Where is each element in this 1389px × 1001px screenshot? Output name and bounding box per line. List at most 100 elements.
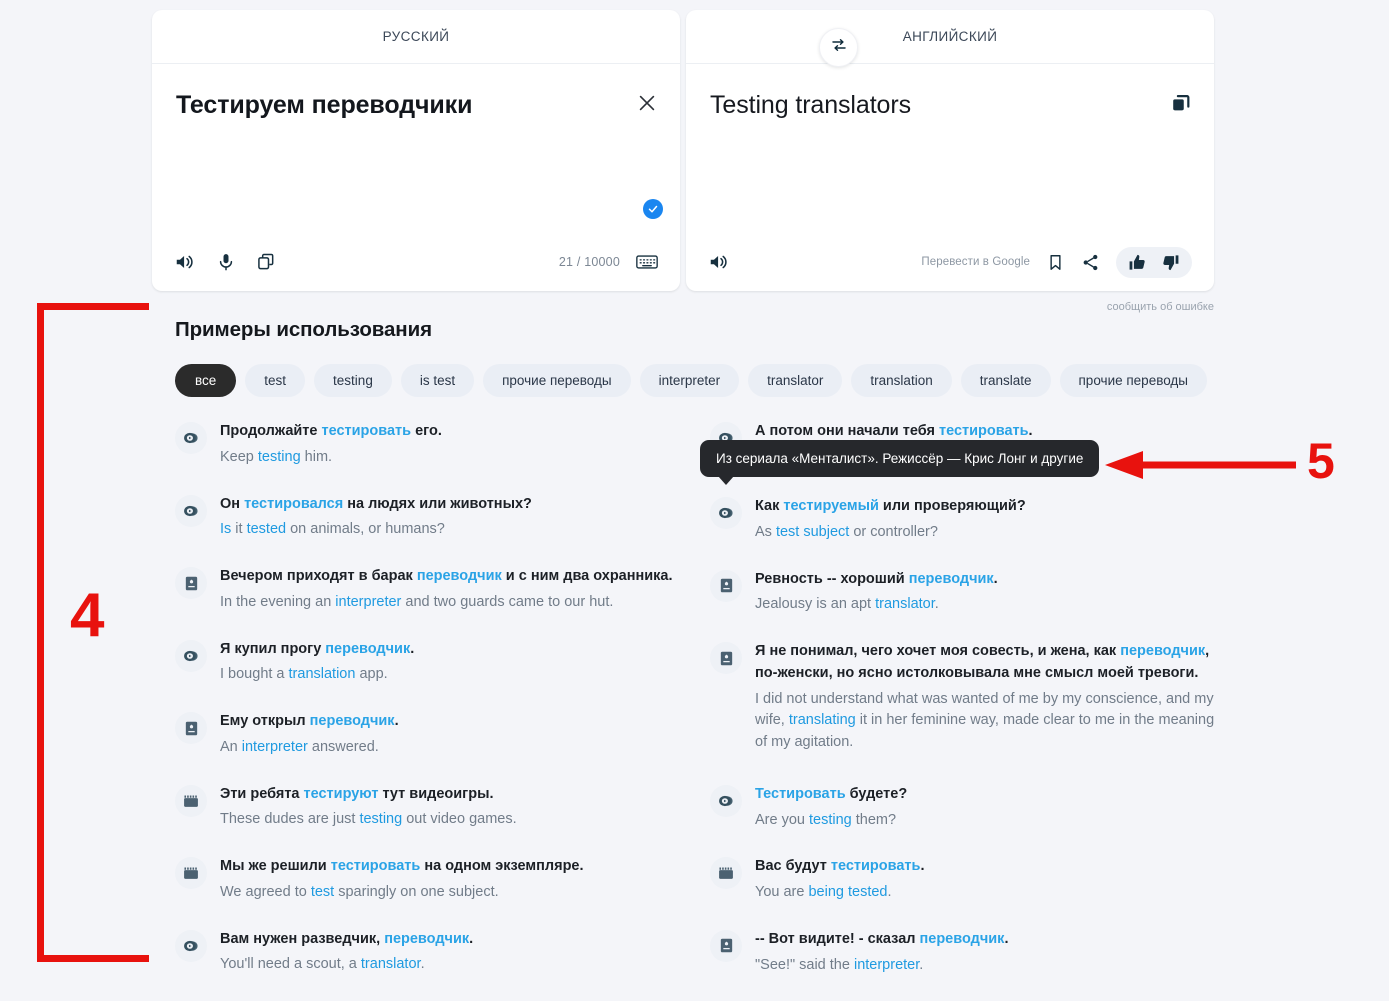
example-item: Мы же решили тестировать на одном экземп… xyxy=(175,856,680,904)
share-icon[interactable] xyxy=(1081,253,1100,272)
example-text: Тестировать будете? Are you testing them? xyxy=(755,784,1215,832)
film-clapper-icon[interactable] xyxy=(175,784,207,817)
film-clapper-icon[interactable] xyxy=(175,857,207,889)
example-target-suffix: . xyxy=(919,956,924,973)
example-target-middle: it xyxy=(231,521,247,538)
filter-chip[interactable]: прочие переводы xyxy=(1059,364,1208,397)
example-target-highlight: testing xyxy=(257,448,301,465)
examples-section: Примеры использования все test testing is t… xyxy=(175,318,1215,1001)
examples-title: Примеры использования xyxy=(175,318,432,341)
rating-group xyxy=(1116,246,1192,278)
example-target-highlight: interpreter xyxy=(241,738,308,755)
example-target-prefix: As xyxy=(755,523,776,540)
example-source-suffix: будете? xyxy=(845,785,908,802)
example-target-suffix: . xyxy=(420,956,425,973)
video-play-icon[interactable] xyxy=(710,784,742,817)
example-text: Мы же решили тестировать на одном экземп… xyxy=(220,856,680,904)
example-target-sentence: An interpreter answered. xyxy=(220,737,680,759)
example-text: Ему открыл переводчик. An interpreter ans… xyxy=(220,711,680,759)
annotation-label-5: 5 xyxy=(1307,433,1335,489)
example-text: Эти ребята тестируют тут видеоигры. These… xyxy=(220,784,680,832)
source-text[interactable]: Тестируем переводчики xyxy=(176,90,606,121)
example-target-sentence: As test subject or controller? xyxy=(755,522,1215,544)
examples-filter-chips: все test testing is test прочие переводы inte… xyxy=(175,364,1215,397)
examples-columns: Продолжайте тестировать его. Keep testing… xyxy=(175,421,1215,1001)
example-source-highlight: переводчик xyxy=(416,568,502,584)
example-source-sentence: Ему открыл переводчик. xyxy=(220,711,680,733)
example-source-suffix: . xyxy=(993,570,998,587)
speaker-icon[interactable] xyxy=(708,251,730,273)
example-target-suffix: . xyxy=(887,884,892,900)
example-source-sentence: Вечером приходят в барак переводчик и с … xyxy=(220,566,680,588)
filter-chip[interactable]: interpreter xyxy=(639,364,740,397)
example-source-suffix: на одном экземпляре. xyxy=(420,858,584,874)
character-count: 21 / 10000 xyxy=(558,255,620,269)
book-icon[interactable] xyxy=(710,642,742,674)
example-item: Вечером приходят в барак переводчик и с … xyxy=(175,566,680,614)
book-icon[interactable] xyxy=(710,569,742,602)
example-source-sentence: Я купил прогу переводчик. xyxy=(220,639,680,661)
example-text: Он тестировался на людях или животных? Is… xyxy=(220,494,680,542)
video-play-icon[interactable] xyxy=(175,639,207,672)
target-text: Testing translators xyxy=(710,91,911,119)
example-target-prefix: Are you xyxy=(755,811,809,828)
example-source-suffix: тут видеоигры. xyxy=(378,785,494,802)
source-language-label: РУССКИЙ xyxy=(382,29,450,44)
microphone-icon[interactable] xyxy=(216,251,236,273)
filter-chip[interactable]: is test xyxy=(400,364,475,397)
filter-chip[interactable]: translation xyxy=(851,364,952,397)
example-source-prefix: Ему открыл xyxy=(220,713,310,729)
close-icon[interactable] xyxy=(636,92,658,114)
example-source-sentence: Как тестируемый или проверяющий? xyxy=(755,496,1215,518)
book-icon[interactable] xyxy=(175,712,207,744)
filter-chip[interactable]: все xyxy=(175,364,237,397)
example-target-sentence: These dudes are just testing out video g… xyxy=(220,809,680,831)
example-source-sentence: Мы же решили тестировать на одном экземп… xyxy=(220,856,680,878)
target-language-bar[interactable]: АНГЛИЙСКИЙ xyxy=(686,10,1214,64)
example-target-suffix: answered. xyxy=(307,738,379,755)
translate-in-google-link[interactable]: Перевести в Google xyxy=(921,256,1030,268)
example-source-prefix: Вечером приходят в барак xyxy=(220,568,417,584)
filter-chip[interactable]: test xyxy=(245,364,306,397)
example-target-highlight: translation xyxy=(288,666,356,683)
example-source-highlight: тестировать xyxy=(330,858,421,874)
example-source-sentence: Он тестировался на людях или животных? xyxy=(220,494,680,516)
example-target-prefix: An xyxy=(220,738,242,755)
video-play-icon[interactable] xyxy=(710,497,742,529)
video-play-icon[interactable] xyxy=(175,422,207,454)
example-target-highlight: interpreter xyxy=(335,593,402,610)
example-item: Продолжайте тестировать его. Keep testing… xyxy=(175,421,680,469)
example-source-prefix: Продолжайте xyxy=(220,423,322,439)
example-source-highlight: переводчик xyxy=(908,570,994,587)
example-source-highlight: переводчик xyxy=(1120,643,1206,659)
bookmark-icon[interactable] xyxy=(1046,253,1065,272)
keyboard-icon[interactable] xyxy=(636,253,658,271)
example-target-highlight: translator xyxy=(875,596,935,613)
report-error-link[interactable]: сообщить об ошибке xyxy=(1107,301,1214,313)
thumb-down-icon[interactable] xyxy=(1161,253,1180,272)
example-source-prefix: -- Вот видите! - сказал xyxy=(755,930,920,947)
example-source-suffix: . xyxy=(410,640,415,657)
video-play-icon[interactable] xyxy=(175,494,207,527)
filter-chip[interactable]: translate xyxy=(960,364,1051,397)
swap-languages-button[interactable] xyxy=(819,28,858,67)
speaker-icon[interactable] xyxy=(174,251,196,273)
example-text: Как тестируемый или проверяющий? As test … xyxy=(755,496,1215,544)
filter-chip[interactable]: testing xyxy=(314,364,392,397)
example-source-suffix: . xyxy=(469,930,474,947)
copy-icon[interactable] xyxy=(256,252,276,272)
copy-icon[interactable] xyxy=(1170,92,1192,119)
example-source-prefix: Эти ребята xyxy=(220,785,304,802)
example-target-sentence: Is it tested on animals, or humans? xyxy=(220,519,680,541)
example-item: Он тестировался на людях или животных? Is… xyxy=(175,494,680,542)
book-icon[interactable] xyxy=(175,567,207,599)
example-source-suffix: . xyxy=(394,713,399,729)
filter-chip[interactable]: translator xyxy=(748,364,843,397)
film-clapper-icon[interactable] xyxy=(710,857,742,890)
example-target-suffix: or controller? xyxy=(849,523,938,540)
source-language-bar[interactable]: РУССКИЙ xyxy=(152,10,680,64)
thumb-up-icon[interactable] xyxy=(1128,253,1147,272)
example-source-prefix: Я не понимал, чего хочет моя совесть, и … xyxy=(755,643,1121,659)
filter-chip[interactable]: прочие переводы xyxy=(483,364,631,397)
example-target-highlight: being tested xyxy=(808,884,888,900)
